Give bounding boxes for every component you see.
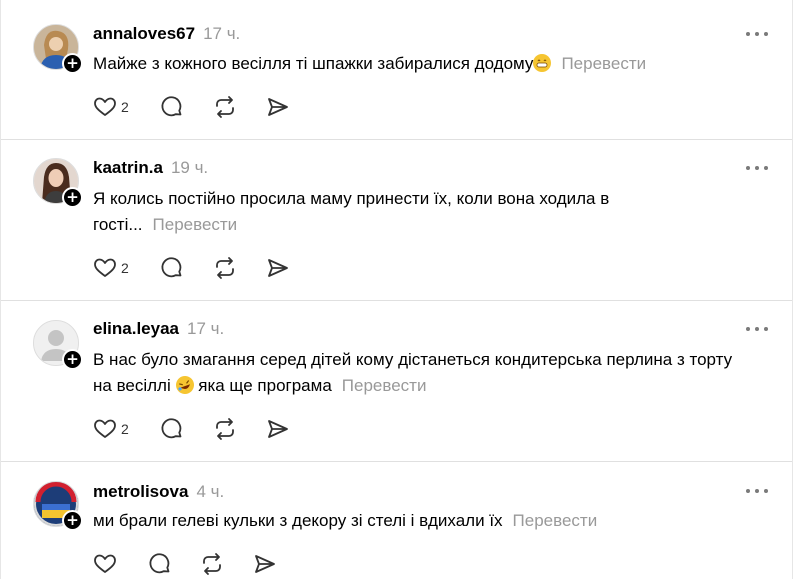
comment-text: ми брали гелеві кульки з декору зі стелі… xyxy=(93,511,598,530)
like-count: 2 xyxy=(121,99,129,115)
repost-button[interactable] xyxy=(200,552,224,576)
more-icon[interactable] xyxy=(746,32,768,38)
divider xyxy=(1,461,792,462)
follow-plus-icon[interactable]: + xyxy=(62,349,83,370)
frame-left-border xyxy=(0,0,1,579)
like-button[interactable]: 2 xyxy=(93,95,129,119)
share-icon xyxy=(255,555,275,573)
share-button[interactable] xyxy=(266,417,290,441)
username[interactable]: metrolisova xyxy=(93,482,188,501)
like-button[interactable] xyxy=(93,552,117,576)
like-count: 2 xyxy=(121,421,129,437)
repost-button[interactable] xyxy=(213,256,237,280)
divider xyxy=(1,300,792,301)
share-icon xyxy=(268,259,288,277)
username[interactable]: kaatrin.a xyxy=(93,158,163,177)
comment-icon xyxy=(149,553,170,574)
reply-button[interactable] xyxy=(160,256,184,280)
more-icon[interactable] xyxy=(746,327,768,333)
repost-icon xyxy=(216,257,234,279)
divider xyxy=(1,139,792,140)
avatar[interactable]: + xyxy=(33,158,83,208)
share-button[interactable] xyxy=(266,256,290,280)
like-count: 2 xyxy=(121,260,129,276)
follow-plus-icon[interactable]: + xyxy=(62,510,83,531)
more-icon[interactable] xyxy=(746,489,768,495)
reply-button[interactable] xyxy=(148,552,172,576)
timestamp[interactable]: 17 ч. xyxy=(203,24,240,43)
grin-emoji xyxy=(533,54,552,72)
heart-icon xyxy=(94,258,116,277)
repost-icon xyxy=(216,96,234,118)
translate-link[interactable]: Перевести xyxy=(153,215,238,234)
avatar[interactable]: + xyxy=(33,481,83,531)
timestamp[interactable]: 4 ч. xyxy=(196,482,224,501)
share-button[interactable] xyxy=(253,552,277,576)
follow-plus-icon[interactable]: + xyxy=(62,187,83,208)
heart-icon xyxy=(94,554,116,573)
repost-button[interactable] xyxy=(213,417,237,441)
share-button[interactable] xyxy=(266,95,290,119)
heart-icon xyxy=(94,419,116,438)
timestamp[interactable]: 19 ч. xyxy=(171,158,208,177)
repost-icon xyxy=(203,553,221,575)
comment-icon xyxy=(161,418,182,439)
username[interactable]: elina.leyaa xyxy=(93,319,179,338)
share-icon xyxy=(268,420,288,438)
timestamp[interactable]: 17 ч. xyxy=(187,319,224,338)
avatar[interactable]: + xyxy=(33,24,83,74)
translate-link[interactable]: Перевести xyxy=(342,376,427,395)
reply-button[interactable] xyxy=(160,417,184,441)
comment-icon xyxy=(161,96,182,117)
heart-icon xyxy=(94,97,116,116)
comment-text: Майже з кожного весілля ті шпажки забира… xyxy=(93,54,647,73)
avatar[interactable]: + xyxy=(33,320,83,370)
more-icon[interactable] xyxy=(746,166,768,172)
follow-plus-icon[interactable]: + xyxy=(62,53,83,74)
repost-button[interactable] xyxy=(213,95,237,119)
repost-icon xyxy=(216,418,234,440)
translate-link[interactable]: Перевести xyxy=(513,511,598,530)
share-icon xyxy=(268,98,288,116)
comment-text: Я колись постійно просила маму принести … xyxy=(93,189,610,234)
translate-link[interactable]: Перевести xyxy=(561,54,646,73)
comment-text: В нас було змагання серед дітей кому діс… xyxy=(93,350,733,397)
rofl-emoji xyxy=(172,373,197,397)
like-button[interactable]: 2 xyxy=(93,417,129,441)
comment-icon xyxy=(161,257,182,278)
reply-button[interactable] xyxy=(160,95,184,119)
username[interactable]: annaloves67 xyxy=(93,24,195,43)
like-button[interactable]: 2 xyxy=(93,256,129,280)
